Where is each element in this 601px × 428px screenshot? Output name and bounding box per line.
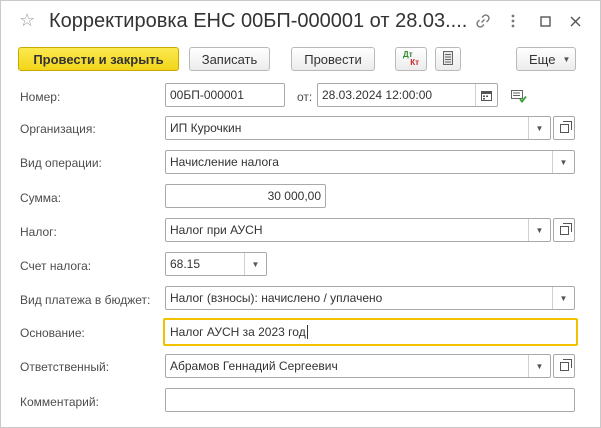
tax-account-label: Счет налога:: [20, 259, 92, 273]
responsible-select[interactable]: Абрамов Геннадий Сергеевич ▼: [165, 354, 551, 378]
number-input[interactable]: 00БП-000001: [165, 83, 285, 107]
kt-label: Кт: [410, 58, 419, 67]
chevron-down-icon[interactable]: ▼: [528, 219, 550, 241]
favorite-star-icon[interactable]: ☆: [19, 10, 35, 30]
more-menu-button[interactable]: Еще ▼: [516, 47, 576, 71]
open-icon: [559, 222, 572, 235]
dt-kt-button[interactable]: Дт Кт: [395, 47, 427, 71]
number-label: Номер:: [20, 90, 61, 104]
organization-label: Организация:: [20, 122, 96, 136]
maximize-icon[interactable]: [535, 11, 555, 31]
chevron-down-icon[interactable]: ▼: [528, 117, 550, 139]
post-and-close-button[interactable]: Провести и закрыть: [18, 47, 179, 71]
open-tax-button[interactable]: [553, 218, 575, 242]
responsible-label: Ответственный:: [20, 360, 110, 374]
window-title: Корректировка ЕНС 00БП-000001 от 28.03..…: [49, 10, 468, 32]
comment-label: Комментарий:: [20, 395, 99, 409]
comment-input[interactable]: [165, 388, 575, 412]
basis-input[interactable]: Налог АУСН за 2023 год: [163, 318, 578, 346]
post-button[interactable]: Провести: [291, 47, 375, 71]
chevron-down-icon[interactable]: ▼: [528, 355, 550, 377]
report-icon: [443, 50, 453, 68]
open-icon: [559, 358, 572, 371]
tax-label: Налог:: [20, 225, 57, 239]
document-window: ☆ Корректировка ЕНС 00БП-000001 от 28.03…: [0, 0, 601, 428]
sum-label: Сумма:: [20, 191, 62, 205]
organization-select[interactable]: ИП Курочкин ▼: [165, 116, 551, 140]
more-label: Еще: [529, 51, 556, 67]
open-icon: [559, 120, 572, 133]
chevron-down-icon[interactable]: ▼: [244, 253, 266, 275]
operation-type-label: Вид операции:: [20, 156, 102, 170]
report-button[interactable]: [435, 47, 461, 71]
open-responsible-button[interactable]: [553, 354, 575, 378]
chevron-down-icon[interactable]: ▼: [552, 287, 574, 309]
save-button[interactable]: Записать: [189, 47, 270, 71]
payment-type-label: Вид платежа в бюджет:: [20, 293, 151, 307]
date-input[interactable]: 28.03.2024 12:00:00: [317, 83, 498, 107]
text-cursor: [306, 325, 308, 339]
open-organization-button[interactable]: [553, 116, 575, 140]
tax-account-select[interactable]: 68.15 ▼: [165, 252, 267, 276]
chevron-down-icon[interactable]: ▼: [552, 151, 574, 173]
basis-label: Основание:: [20, 326, 85, 340]
title-bar: ☆ Корректировка ЕНС 00БП-000001 от 28.03…: [1, 1, 600, 41]
document-check-icon[interactable]: [511, 89, 527, 106]
payment-type-select[interactable]: Налог (взносы): начислено / уплачено ▼: [165, 286, 575, 310]
operation-type-select[interactable]: Начисление налога ▼: [165, 150, 575, 174]
sum-input[interactable]: 30 000,00: [165, 184, 326, 208]
calendar-icon[interactable]: [475, 84, 497, 106]
close-icon[interactable]: [565, 11, 585, 31]
link-icon[interactable]: [473, 11, 493, 31]
tax-select[interactable]: Налог при АУСН ▼: [165, 218, 551, 242]
more-vertical-icon[interactable]: [503, 11, 523, 31]
chevron-down-icon: ▼: [562, 54, 571, 64]
date-label: от:: [297, 90, 313, 104]
